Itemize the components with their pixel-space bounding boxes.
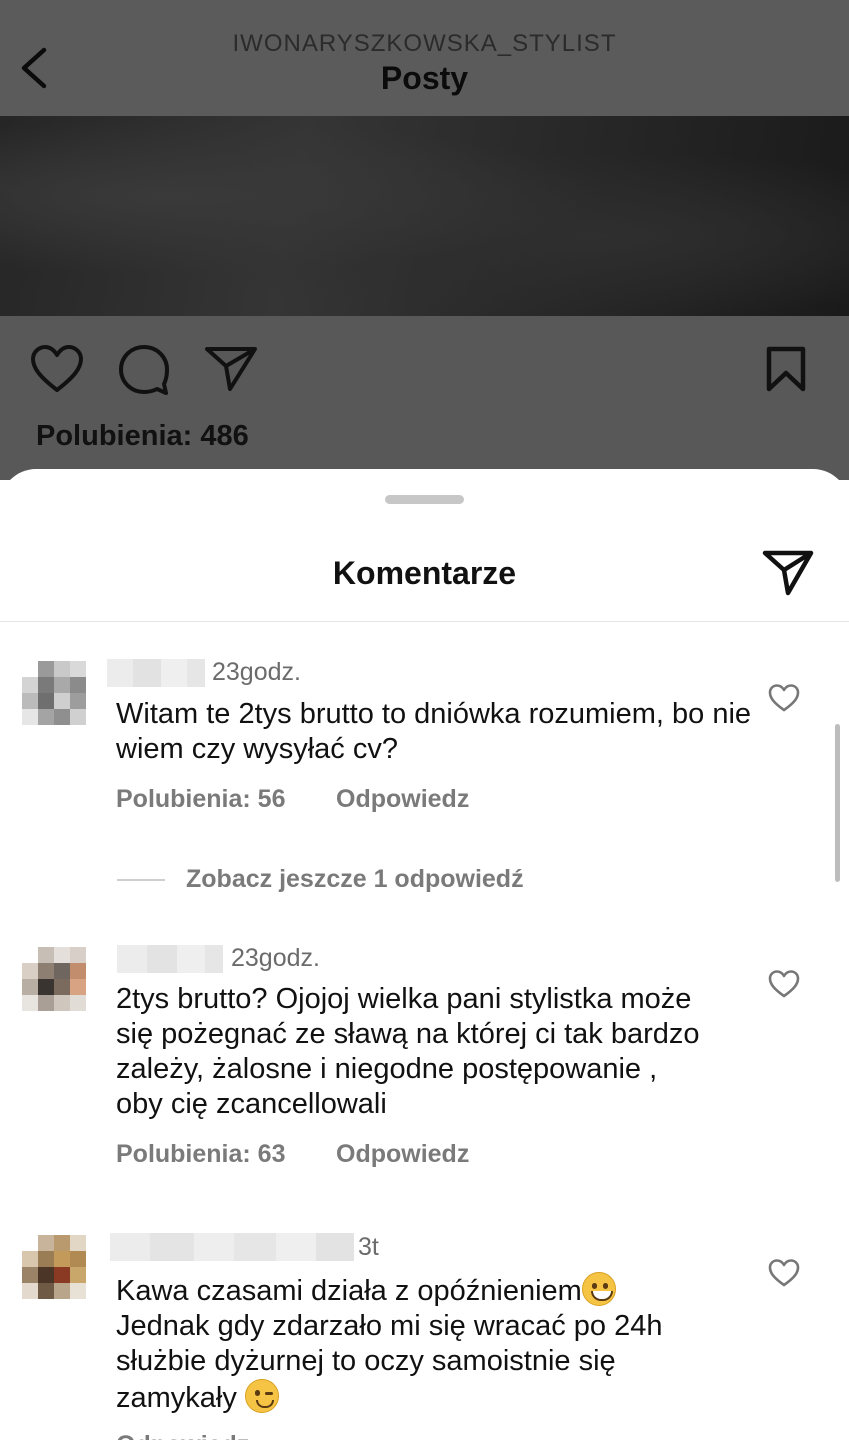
- post-image: [0, 116, 849, 316]
- paper-plane-icon[interactable]: [204, 346, 258, 392]
- winking-face-icon: [244, 1379, 279, 1413]
- username-redacted[interactable]: [110, 1233, 354, 1261]
- username-redacted[interactable]: [107, 659, 205, 687]
- top-navigation-bar: IWONARYSZKOWSKA_STYLIST Posty: [0, 0, 849, 116]
- avatar[interactable]: [22, 947, 94, 1019]
- post-screen-background: IWONARYSZKOWSKA_STYLIST Posty Polubienia…: [0, 0, 849, 480]
- post-action-bar: [0, 316, 849, 480]
- avatar[interactable]: [22, 1235, 94, 1307]
- comment-timestamp: 3t: [358, 1233, 379, 1261]
- page-title: Posty: [380, 60, 469, 96]
- view-more-replies-button[interactable]: Zobacz jeszcze 1 odpowiedź: [186, 865, 524, 894]
- username-redacted[interactable]: [117, 945, 223, 973]
- heart-icon[interactable]: [768, 969, 800, 999]
- heart-icon[interactable]: [768, 1258, 800, 1288]
- comment-text: 2tys brutto? Ojojoj wielka pani stylistk…: [116, 983, 700, 1120]
- comment-timestamp: 23godz.: [231, 944, 320, 972]
- scrollbar[interactable]: [835, 724, 840, 882]
- divider: [117, 879, 165, 881]
- comment-text: Witam te 2tys brutto to dniówka rozumiem…: [116, 698, 752, 765]
- grinning-face-icon: [581, 1272, 616, 1306]
- comment-text-part: Kawa czasami działa z opóźnieniem: [116, 1275, 582, 1307]
- heart-icon[interactable]: [768, 683, 800, 713]
- comment-text-part: Jednak gdy zdarzało mi się wracać po 24h…: [116, 1310, 663, 1414]
- reply-button[interactable]: Odpowiedz: [116, 1431, 249, 1440]
- paper-plane-icon[interactable]: [762, 549, 814, 597]
- reply-button[interactable]: Odpowiedz: [336, 1140, 469, 1169]
- post-likes-count[interactable]: Polubienia: 486: [36, 420, 249, 453]
- bookmark-icon[interactable]: [766, 346, 806, 392]
- heart-icon[interactable]: [30, 344, 84, 394]
- comment-icon[interactable]: [118, 344, 170, 396]
- sheet-drag-handle[interactable]: [385, 495, 464, 504]
- comment-likes[interactable]: Polubienia: 56: [116, 785, 285, 814]
- reply-button[interactable]: Odpowiedz: [336, 785, 469, 814]
- avatar[interactable]: [22, 661, 94, 733]
- comment-text: Kawa czasami działa z opóźnieniem Jednak …: [116, 1272, 726, 1416]
- comment-likes[interactable]: Polubienia: 63: [116, 1140, 285, 1169]
- sheet-title: Komentarze: [332, 555, 517, 591]
- comment-timestamp: 23godz.: [212, 658, 301, 686]
- divider: [0, 621, 849, 622]
- comments-sheet: Komentarze 23godz. Witam te 2tys brutto …: [0, 469, 849, 1440]
- account-username: IWONARYSZKOWSKA_STYLIST: [232, 30, 617, 57]
